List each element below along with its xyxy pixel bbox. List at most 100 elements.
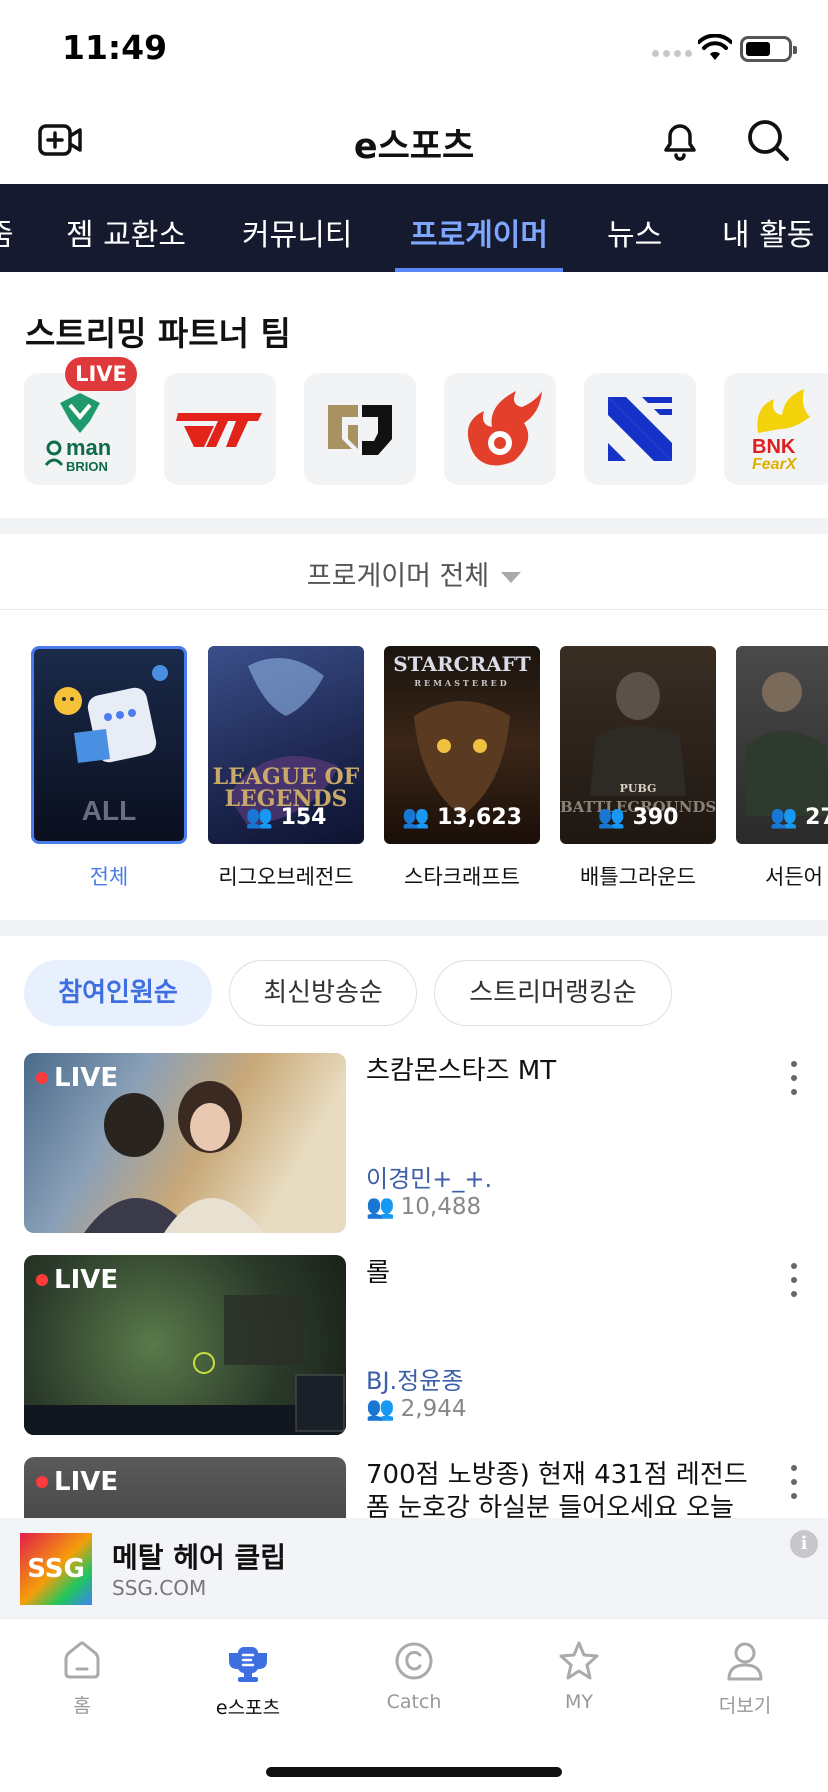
caret-down-icon <box>501 572 522 583</box>
more-options-icon[interactable] <box>788 1061 800 1101</box>
viewer-count: 13,623 <box>437 805 522 830</box>
search-icon[interactable] <box>744 116 792 164</box>
game-name-pubg: 배틀그라운드 <box>580 865 696 889</box>
game-art-starcraft-sub: REMASTERED <box>414 678 510 688</box>
viewer-count-lol: 👥 154 <box>208 805 364 830</box>
bnk-logo-text: BNK <box>752 436 796 458</box>
ad-title: 메탈 헤어 클립 <box>112 1541 287 1574</box>
nav-label: e스포츠 <box>215 1697 281 1719</box>
more-options-icon[interactable] <box>788 1465 800 1505</box>
game-card-starcraft[interactable]: STARCRAFT REMASTERED 👥 13,623 <box>384 646 540 844</box>
live-dot-icon <box>36 1274 48 1286</box>
nav-label: 홈 <box>73 1695 91 1717</box>
status-time: 11:49 <box>62 28 168 67</box>
live-text: LIVE <box>54 1265 119 1295</box>
team-t1[interactable] <box>164 373 276 485</box>
team-flame[interactable] <box>444 373 556 485</box>
viewer-count-starcraft: 👥 13,623 <box>384 805 540 830</box>
star-icon <box>559 1641 599 1680</box>
brion-logo-text: BRION <box>66 459 108 474</box>
tab-community[interactable]: 커뮤니티 <box>242 210 352 254</box>
stream-thumbnail[interactable]: LIVE <box>24 1053 346 1233</box>
viewers-icon: 👥 <box>770 805 798 830</box>
nav-more[interactable]: 더보기 <box>685 1639 805 1718</box>
stream-list-item[interactable]: LIVE 츠캄몬스타즈 MT 이경민+_+. 👥 10,488 <box>0 1053 828 1233</box>
wifi-icon <box>698 34 732 60</box>
category-tab-bar: 줌 젬 교환소 커뮤니티 프로게이머 뉴스 내 활동 <box>0 184 828 272</box>
stream-thumbnail[interactable]: LIVE <box>24 1457 346 1518</box>
esports-icon <box>229 1647 267 1682</box>
home-indicator[interactable] <box>266 1767 562 1777</box>
game-art-lol: LEAGUE OF LEGENDS <box>208 766 364 810</box>
viewer-count-row: 👥 10,488 <box>366 1193 482 1221</box>
app-header: e스포츠 <box>0 96 828 184</box>
oman-logo-text: man <box>66 435 111 460</box>
viewers-icon: 👥 <box>402 805 430 830</box>
nav-my[interactable]: MY <box>519 1639 639 1713</box>
catch-icon <box>395 1642 433 1680</box>
viewer-count: 154 <box>280 805 327 830</box>
game-name-all: 전체 <box>89 865 129 889</box>
section-divider <box>0 920 828 936</box>
stream-title[interactable]: 츠캄몬스타즈 MT <box>366 1055 766 1088</box>
live-indicator: LIVE <box>36 1063 118 1093</box>
viewers-icon: 👥 <box>366 1396 395 1422</box>
live-text: LIVE <box>54 1467 119 1497</box>
stream-title[interactable]: 700점 노방종) 현재 431점 레전드 폼 눈호강 하실분 들어오세요 오늘 <box>366 1459 766 1518</box>
sort-by-streamer-rank-chip[interactable]: 스트리머랭킹순 <box>434 960 672 1026</box>
section-divider <box>0 518 828 534</box>
ad-source: SSG.COM <box>112 1576 207 1600</box>
battery-icon <box>740 36 797 62</box>
nav-label: MY <box>565 1691 593 1713</box>
tab-jum[interactable]: 줌 <box>0 210 14 254</box>
viewer-count: 27 <box>805 805 828 830</box>
flame-logo <box>467 391 542 466</box>
streamer-name[interactable]: 이경민+_+. <box>366 1159 492 1194</box>
section-title-partners: 스트리밍 파트너 팀 <box>25 314 291 353</box>
live-text: LIVE <box>54 1063 119 1093</box>
team-x[interactable] <box>584 373 696 485</box>
viewer-count-pubg: 👥 390 <box>560 805 716 830</box>
viewer-count-row: 👥 2,944 <box>366 1395 467 1423</box>
progamer-filter-dropdown[interactable]: 프로게이머 전체 <box>0 534 828 610</box>
game-name-starcraft: 스타크래프트 <box>404 865 520 889</box>
sort-by-latest-chip[interactable]: 최신방송순 <box>229 960 417 1026</box>
stream-list-item[interactable]: LIVE 700점 노방종) 현재 431점 레전드 폼 눈호강 하실분 들어오… <box>0 1457 828 1518</box>
viewer-count: 10,488 <box>400 1193 482 1220</box>
game-card-all[interactable]: ALL <box>31 646 187 844</box>
game-art-starcraft: STARCRAFT <box>393 652 531 676</box>
tab-my-activity[interactable]: 내 활동 <box>722 210 814 254</box>
ad-banner[interactable]: SSG 메탈 헤어 클립 SSG.COM i <box>0 1518 828 1618</box>
game-name-lol: 리그오브레전드 <box>218 865 354 889</box>
game-name-sudden: 서든어 <box>765 865 823 889</box>
nav-esports[interactable]: e스포츠 <box>188 1639 308 1720</box>
streamer-name[interactable]: BJ.정윤종 <box>366 1361 463 1396</box>
cellular-signal-icon <box>652 50 692 57</box>
bottom-navigation: 홈 e스포츠 Catch MY 더보기 <box>0 1618 828 1792</box>
viewer-count: 390 <box>632 805 679 830</box>
ssg-logo: SSG <box>20 1533 92 1605</box>
stream-list-item[interactable]: LIVE 롤 BJ.정윤종 👥 2,944 <box>0 1255 828 1435</box>
team-bnk-fearx[interactable]: BNK FearX <box>724 373 828 485</box>
game-card-lol[interactable]: LEAGUE OF LEGENDS 👥 154 <box>208 646 364 844</box>
sort-by-viewers-chip[interactable]: 참여인원순 <box>24 960 212 1026</box>
stream-title[interactable]: 롤 <box>366 1257 766 1290</box>
tab-news[interactable]: 뉴스 <box>607 210 662 254</box>
more-options-icon[interactable] <box>788 1263 800 1303</box>
nav-catch[interactable]: Catch <box>354 1639 474 1713</box>
game-art-all: ALL <box>81 795 137 826</box>
info-icon[interactable]: i <box>790 1530 818 1558</box>
bell-icon[interactable] <box>656 116 704 164</box>
game-card-sudden[interactable]: 👥 27 <box>736 646 828 844</box>
live-indicator: LIVE <box>36 1265 118 1295</box>
team-gen-g[interactable] <box>304 373 416 485</box>
bnk-fearx-logo: BNK FearX <box>752 389 810 473</box>
filter-label: 프로게이머 전체 <box>306 561 490 592</box>
game-card-pubg[interactable]: PUBG BATTLEGROUNDS 👥 390 <box>560 646 716 844</box>
nav-home[interactable]: 홈 <box>22 1639 142 1718</box>
tab-progamer[interactable]: 프로게이머 <box>410 210 548 254</box>
stream-thumbnail[interactable]: LIVE <box>24 1255 346 1435</box>
game-art-lol-line-1: LEAGUE OF <box>212 764 360 790</box>
tab-gem-exchange[interactable]: 젬 교환소 <box>66 210 186 254</box>
app-screen: 11:49 e스포츠 줌 젬 교환소 커뮤니티 프로게이머 뉴스 <box>0 0 828 1792</box>
